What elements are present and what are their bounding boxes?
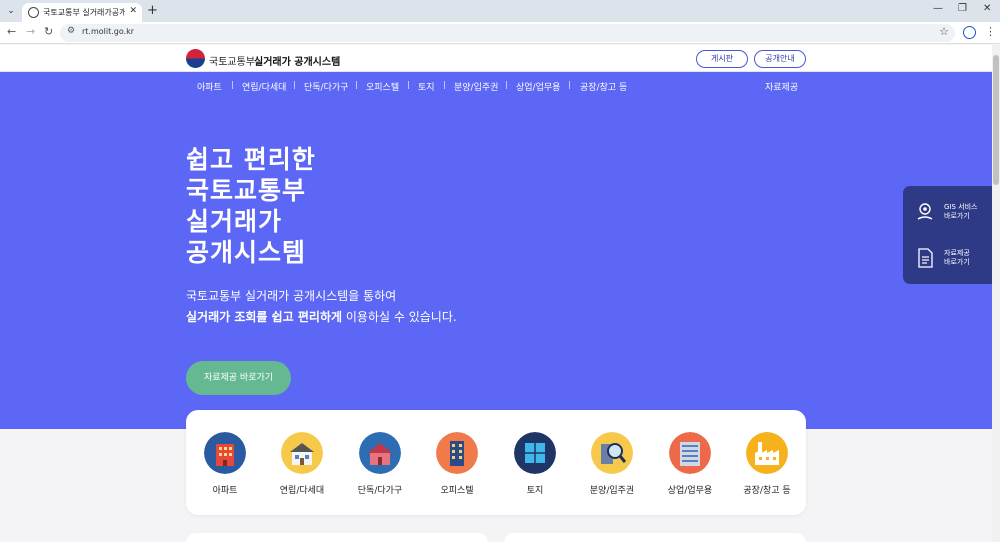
quick-link-data-label: 자료제공 바로가기 — [944, 249, 970, 266]
commercial-building-icon — [669, 432, 711, 474]
nav-item-commercial[interactable]: 상업/업무용 — [516, 80, 560, 93]
hero-description-emphasis: 실거래가 조회를 쉽고 편리하게 — [186, 310, 343, 324]
quick-link-gis-label: GIS 서비스 바로가기 — [944, 203, 978, 220]
hero-description-line1: 국토교통부 실거래가 공개시스템을 통하여 — [186, 289, 397, 303]
category-card: 아파트 연립/다세대 단독/다가구 오피스텔 토지 분양/입주권 상업/업무용 … — [186, 410, 806, 515]
nav-item-presale[interactable]: 분양/입주권 — [454, 80, 498, 93]
presale-search-icon — [591, 432, 633, 474]
data-provision-cta-button[interactable]: 자료제공 바로가기 — [186, 361, 291, 395]
nav-divider — [356, 81, 357, 89]
address-bar[interactable]: ⚙ rt.molit.go.kr ☆ — [60, 24, 955, 42]
browser-tabstrip: ⌄ 국토교통부 실거래가공개시스템 ✕ + — ❐ ✕ — [0, 0, 1000, 22]
site-settings-icon[interactable]: ⚙ — [67, 26, 75, 36]
document-icon — [918, 248, 933, 268]
category-land[interactable]: 토지 — [496, 432, 574, 504]
globe-icon — [28, 7, 39, 18]
quick-link-panel: GIS 서비스 바로가기 자료제공 바로가기 — [903, 186, 992, 284]
browser-tab[interactable]: 국토교통부 실거래가공개시스템 ✕ — [22, 3, 142, 22]
nav-item-detached[interactable]: 단독/다가구 — [304, 80, 348, 93]
tab-title: 국토교통부 실거래가공개시스템 — [43, 8, 125, 17]
nav-item-row-house[interactable]: 연립/다세대 — [242, 80, 286, 93]
nav-item-land[interactable]: 토지 — [418, 80, 435, 93]
category-commercial[interactable]: 상업/업무용 — [651, 432, 729, 504]
nav-item-officetel[interactable]: 오피스텔 — [366, 80, 399, 93]
nav-divider — [444, 81, 445, 89]
hero-title-line: 공개시스템 — [186, 238, 307, 267]
minimize-icon[interactable]: — — [933, 3, 943, 14]
close-tab-icon[interactable]: ✕ — [129, 6, 137, 16]
tab-list-icon[interactable]: ⌄ — [4, 4, 18, 18]
nav-divider — [408, 81, 409, 89]
category-presale[interactable]: 분양/입주권 — [573, 432, 651, 504]
hero-title-line: 쉽고 편리한 — [186, 145, 316, 174]
forward-icon[interactable]: → — [26, 25, 35, 38]
logo-system-name[interactable]: 실거래가 공개시스템 — [254, 53, 340, 68]
category-apartment[interactable]: 아파트 — [186, 432, 264, 504]
category-factory[interactable]: 공장/창고 등 — [728, 432, 806, 504]
category-row-house[interactable]: 연립/다세대 — [263, 432, 341, 504]
detached-house-icon — [359, 432, 401, 474]
category-label: 연립/다세대 — [279, 486, 325, 496]
back-icon[interactable]: ← — [7, 25, 16, 38]
url-text[interactable]: rt.molit.go.kr — [82, 27, 134, 36]
nav-item-apartment[interactable]: 아파트 — [197, 80, 222, 93]
category-label: 분양/입주권 — [589, 486, 635, 496]
hero-title-line: 실거래가 — [186, 207, 283, 236]
hero-description-line2: 실거래가 조회를 쉽고 편리하게 이용하실 수 있습니다. — [186, 308, 457, 325]
menu-kebab-icon[interactable]: ⋮ — [985, 25, 996, 38]
row-house-icon — [281, 432, 323, 474]
factory-icon — [746, 432, 788, 474]
quick-link-gis[interactable]: GIS 서비스 바로가기 — [903, 192, 992, 234]
bookmark-star-icon[interactable]: ☆ — [939, 25, 949, 38]
land-icon — [514, 432, 556, 474]
page-scrollbar[interactable] — [992, 45, 1000, 542]
officetel-icon — [436, 432, 478, 474]
map-pin-icon — [917, 203, 933, 220]
logo-org-name[interactable]: 국토교통부 — [209, 53, 255, 68]
close-window-icon[interactable]: ✕ — [983, 3, 991, 14]
category-label: 토지 — [526, 486, 544, 496]
hero-title: 쉽고 편리한 국토교통부 실거래가 공개시스템 — [186, 144, 316, 268]
nav-divider — [506, 81, 507, 89]
content-card-right — [504, 533, 806, 542]
nav-item-data-provision[interactable]: 자료제공 — [765, 80, 798, 93]
quick-link-data[interactable]: 자료제공 바로가기 — [903, 238, 992, 280]
hero-title-line: 국토교통부 — [186, 176, 307, 205]
content-card-left — [186, 533, 488, 542]
board-button[interactable]: 게시판 — [696, 50, 748, 68]
apartment-icon — [204, 432, 246, 474]
page-viewport: 국토교통부 실거래가 공개시스템 게시판 공개안내 아파트 연립/다세대 단독/… — [0, 45, 992, 542]
maximize-icon[interactable]: ❐ — [958, 3, 967, 14]
scrollbar-thumb[interactable] — [993, 55, 999, 185]
hero-description-rest: 이용하실 수 있습니다. — [342, 310, 457, 324]
category-label: 상업/업무용 — [667, 486, 713, 496]
disclosure-guide-button[interactable]: 공개안내 — [754, 50, 806, 68]
category-officetel[interactable]: 오피스텔 — [418, 432, 496, 504]
category-label: 단독/다가구 — [357, 486, 403, 496]
category-label: 아파트 — [212, 486, 238, 496]
browser-toolbar: ← → ↻ ⚙ rt.molit.go.kr ☆ ⋮ — [0, 22, 1000, 44]
taegeuk-logo-icon[interactable] — [186, 49, 205, 68]
nav-divider — [569, 81, 570, 89]
profile-icon[interactable] — [963, 26, 976, 39]
new-tab-button[interactable]: + — [147, 3, 158, 18]
category-detached[interactable]: 단독/다가구 — [341, 432, 419, 504]
nav-divider — [294, 81, 295, 89]
hero-section: 아파트 연립/다세대 단독/다가구 오피스텔 토지 분양/입주권 상업/업무용 … — [0, 72, 992, 429]
reload-icon[interactable]: ↻ — [44, 25, 53, 38]
category-label: 공장/창고 등 — [743, 486, 791, 496]
site-header: 국토교통부 실거래가 공개시스템 게시판 공개안내 — [0, 45, 992, 72]
nav-item-factory[interactable]: 공장/창고 등 — [580, 80, 627, 93]
nav-divider — [232, 81, 233, 89]
category-label: 오피스텔 — [440, 486, 474, 496]
